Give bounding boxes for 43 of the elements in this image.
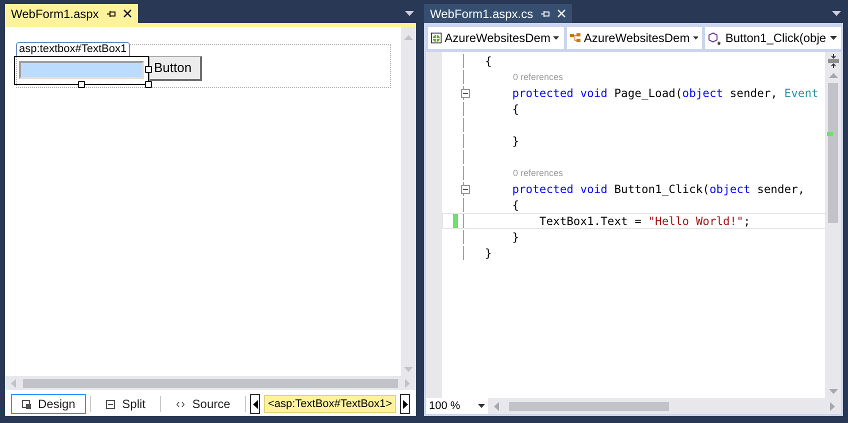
- dropdown-icon[interactable]: [832, 11, 841, 16]
- code-line: {: [511, 102, 520, 116]
- method-icon: [708, 32, 722, 44]
- code-line: protected void Page_Load(object sender, Event: [511, 86, 818, 100]
- pin-icon[interactable]: [106, 8, 116, 18]
- textbox-control[interactable]: [14, 56, 149, 85]
- code-line: }: [511, 134, 520, 148]
- split-icon: [106, 400, 116, 408]
- code-line: {: [484, 54, 492, 68]
- code-line: {: [511, 198, 520, 212]
- view-tab[interactable]: Split: [95, 394, 156, 414]
- document-tab[interactable]: WebForm1.aspx: [5, 4, 138, 23]
- code-line: protected void Button1_Click(object sender,: [511, 182, 805, 196]
- split-handle-icon[interactable]: [826, 54, 840, 68]
- view-tab[interactable]: Design: [11, 394, 86, 414]
- code-line: }: [484, 246, 492, 260]
- vertical-scrollbar[interactable]: [825, 52, 841, 398]
- class-icon: [570, 32, 581, 44]
- collapse-icon[interactable]: [461, 88, 470, 98]
- collapse-icon[interactable]: [461, 184, 470, 194]
- dropdown-icon[interactable]: [405, 11, 414, 16]
- navigation-dropdown[interactable]: Button1_Click(obje: [705, 27, 842, 49]
- code-line: }: [511, 230, 520, 244]
- zoom-dropdown[interactable]: 100 %: [426, 398, 488, 414]
- caret-icon: [692, 36, 698, 40]
- globe-icon: [431, 32, 442, 44]
- caret-icon: [830, 36, 838, 40]
- caret-icon: [553, 36, 560, 40]
- view-tab[interactable]: Source: [165, 394, 242, 414]
- navigation-dropdown[interactable]: AzureWebsitesDem: [428, 27, 564, 49]
- tag-breadcrumb[interactable]: <asp:TextBox#TextBox1>: [264, 395, 396, 413]
- close-icon[interactable]: [122, 9, 132, 18]
- caret-icon: [478, 404, 485, 408]
- code-icon: [176, 400, 186, 408]
- element-tag-label: asp:textbox#TextBox1: [16, 42, 130, 56]
- design-icon: [22, 400, 31, 408]
- previous-tag-button[interactable]: [250, 394, 260, 414]
- right-arrow-icon: [402, 400, 408, 408]
- button-control[interactable]: Button: [149, 56, 202, 81]
- navigation-dropdown[interactable]: AzureWebsitesDem: [566, 27, 702, 49]
- code-line: TextBox1.Text = "Hello World!";: [538, 214, 750, 228]
- next-tag-button[interactable]: [400, 394, 410, 414]
- left-arrow-icon: [252, 400, 258, 408]
